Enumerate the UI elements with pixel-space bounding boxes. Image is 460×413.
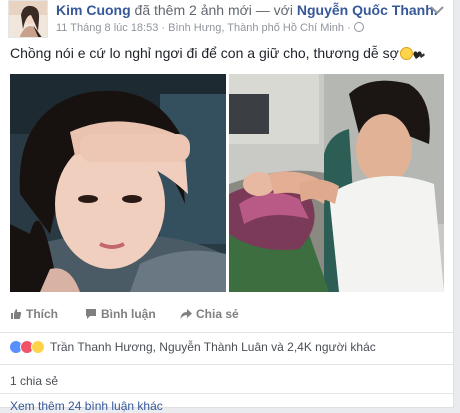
like-button[interactable]: Thích [10,303,58,325]
post-title-line: Kim Cuong đã thêm 2 ảnh mới — với Nguyễn… [56,2,438,18]
haha-reaction-icon [31,340,45,354]
divider [0,364,453,365]
post-body-text: Chồng nói e cứ lo nghỉ ngơi đi để con a … [10,45,399,61]
author-name-link[interactable]: Kim Cuong [56,2,131,18]
share-label: Chia sẻ [196,307,239,321]
comment-label: Bình luận [101,307,156,321]
post-timestamp[interactable]: 11 Tháng 8 lúc 18:53 · Bình Hưng, Thành … [56,22,351,34]
share-button[interactable]: Chia sẻ [180,303,239,325]
post-meta: 11 Tháng 8 lúc 18:53 · Bình Hưng, Thành … [56,22,364,34]
comment-icon [86,309,96,319]
divider [0,332,453,333]
post-header: Kim Cuong đã thêm 2 ảnh mới — với Nguyễn… [8,0,445,38]
share-count[interactable]: 1 chia sẻ [10,374,58,388]
photo-grid [10,74,444,292]
smile-emoji-icon [399,47,413,60]
reactions-summary[interactable]: Trần Thanh Hương, Nguyễn Thành Luân và 2… [9,340,376,356]
news-feed-post: Kim Cuong đã thêm 2 ảnh mới — với Nguyễn… [0,0,454,413]
comment-button[interactable]: Bình luận [85,303,156,325]
post-actions-bar: Thích Bình luận Chia sẻ [10,303,444,325]
photo-1[interactable] [10,74,226,292]
globe-icon[interactable] [353,22,364,32]
author-avatar[interactable] [8,0,48,38]
heart-emoji-icon [413,51,425,59]
view-more-comments-link[interactable]: Xem thêm 24 bình luận khác [10,399,163,413]
divider [0,393,453,394]
photo-2[interactable] [229,74,444,292]
tagged-friend-link[interactable]: Nguyễn Quốc Thanh. [297,2,438,18]
post-action-text: đã thêm 2 ảnh mới — với [134,2,293,18]
share-icon [180,309,192,319]
chevron-down-icon[interactable] [429,4,445,16]
reaction-people[interactable]: Trần Thanh Hương, Nguyễn Thành Luân và 2… [50,340,376,354]
post-body: Chồng nói e cứ lo nghỉ ngơi đi để con a … [10,45,425,61]
like-icon [11,309,22,319]
like-label: Thích [26,307,58,321]
